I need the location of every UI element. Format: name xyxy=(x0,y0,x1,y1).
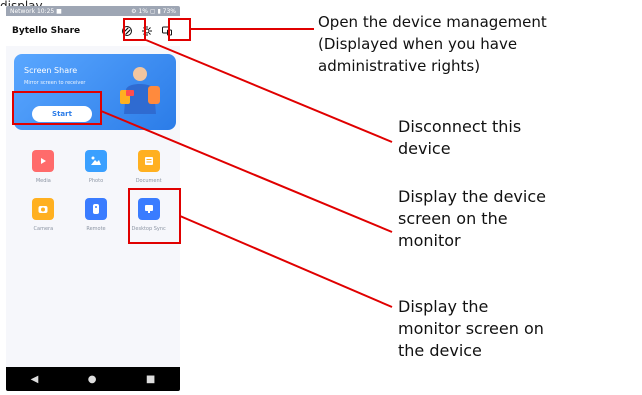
back-icon[interactable]: ◀ xyxy=(31,374,39,385)
card-title: Screen Share xyxy=(24,66,78,75)
tile-label: Media xyxy=(35,178,51,184)
tile-document[interactable]: Document xyxy=(125,150,172,184)
person-illustration xyxy=(120,67,160,114)
annotation-display-device: Display the device screen on the monitor xyxy=(398,187,546,250)
annotation-device-management: Open the device management (Displayed wh… xyxy=(318,13,547,75)
tile-label: Remote xyxy=(86,226,106,232)
camera-icon xyxy=(32,198,55,220)
tile-media[interactable]: Media xyxy=(20,150,67,184)
app-bar: Bytello Share xyxy=(6,16,180,46)
highlight-start xyxy=(12,91,102,125)
highlight-desktop-sync xyxy=(128,188,181,244)
tile-remote[interactable]: Remote xyxy=(73,198,120,232)
annotation-disconnect: Disconnect this device xyxy=(398,117,522,158)
tile-photo[interactable]: Photo xyxy=(73,150,120,184)
tile-label: Camera xyxy=(33,226,54,232)
annotation-display-monitor: Display the monitor screen on the device xyxy=(398,297,544,360)
photo-icon xyxy=(84,150,107,172)
tile-label: Document xyxy=(135,178,162,184)
android-nav-bar: ◀ ● ■ xyxy=(6,367,180,391)
status-left: Network 10:25 ■ xyxy=(10,7,62,15)
status-bar: Network 10:25 ■ ⚙ 1% ▢ ▮ 73% xyxy=(6,6,180,16)
recent-apps-icon[interactable]: ■ xyxy=(146,374,155,385)
status-right: ⚙ 1% ▢ ▮ 73% xyxy=(131,7,176,15)
app-title: Bytello Share xyxy=(12,26,81,36)
highlight-disconnect xyxy=(123,18,146,41)
document-icon xyxy=(137,150,160,172)
card-subtitle: Mirror screen to receiver xyxy=(24,80,86,86)
highlight-device-management xyxy=(168,18,191,41)
home-icon[interactable]: ● xyxy=(88,374,97,385)
media-icon xyxy=(32,150,55,172)
tile-label: Photo xyxy=(88,178,104,184)
remote-icon xyxy=(84,198,107,220)
tile-camera[interactable]: Camera xyxy=(20,198,67,232)
